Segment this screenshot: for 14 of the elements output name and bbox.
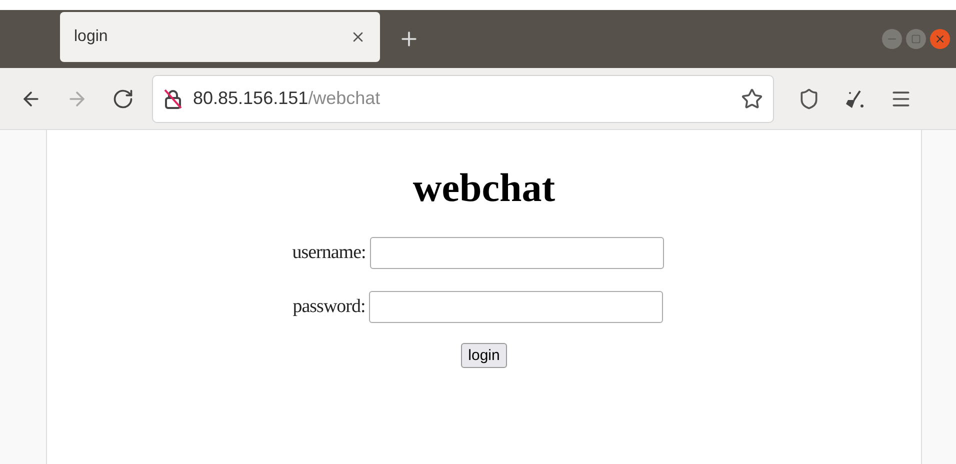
field-label: username: bbox=[292, 242, 366, 264]
input-field[interactable] bbox=[370, 237, 664, 269]
browser-tab[interactable]: login bbox=[60, 12, 380, 62]
input-field[interactable] bbox=[369, 291, 664, 323]
field-label: password: bbox=[292, 296, 366, 318]
reload-icon[interactable] bbox=[112, 88, 134, 110]
broom-icon[interactable] bbox=[844, 88, 866, 110]
address-field[interactable]: 80.85.156.151/webchat bbox=[152, 74, 774, 122]
login-button[interactable]: login bbox=[461, 343, 507, 368]
url-text: 80.85.156.151/webchat bbox=[193, 88, 380, 109]
star-icon[interactable] bbox=[741, 88, 763, 110]
close-icon[interactable] bbox=[930, 29, 950, 49]
shield-icon[interactable] bbox=[798, 88, 820, 110]
page-heading: webchat bbox=[412, 164, 556, 211]
